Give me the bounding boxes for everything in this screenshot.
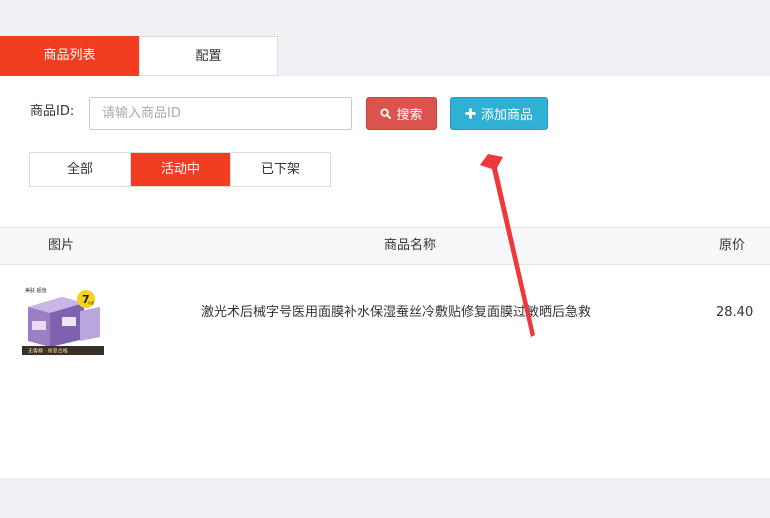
top-tabs: 商品列表 配置 [0, 36, 278, 76]
search-button[interactable]: 搜索 [366, 97, 437, 130]
header-name: 商品名称 [384, 238, 437, 253]
product-price: 28.40 [716, 305, 754, 320]
product-thumbnail[interactable]: 美肤 超值 7 片装 无香精 · 修复合格 [22, 285, 104, 355]
thumb-badge-unit: 片装 [88, 300, 94, 305]
status-filter: 全部 活动中 已下架 [29, 152, 331, 187]
product-id-label: 商品ID: [30, 104, 75, 119]
filter-all[interactable]: 全部 [30, 153, 130, 186]
table-row[interactable]: 美肤 超值 7 片装 无香精 · 修复合格 激光术后械字号医用面膜补水保湿蚕丝冷… [0, 265, 770, 365]
add-product-button-label: 添加商品 [480, 108, 533, 123]
search-icon [380, 108, 392, 119]
product-id-input[interactable] [89, 97, 352, 130]
header-price: 原价 [719, 238, 746, 253]
tab-config[interactable]: 配置 [139, 36, 278, 76]
filter-removed[interactable]: 已下架 [230, 153, 330, 186]
plus-icon [465, 108, 476, 119]
product-name: 激光术后械字号医用面膜补水保湿蚕丝冷敷贴修复面膜过敏晒后急救 [201, 305, 592, 320]
search-button-label: 搜索 [396, 108, 423, 123]
thumb-banner: 无香精 · 修复合格 [28, 348, 68, 355]
filter-active[interactable]: 活动中 [130, 153, 230, 186]
header-image: 图片 [48, 238, 75, 253]
add-product-button[interactable]: 添加商品 [450, 97, 548, 130]
tab-product-list[interactable]: 商品列表 [0, 36, 139, 76]
main-panel: 商品ID: 搜索 添加商品 全部 活动中 已下架 图片 商品名称 原价 [0, 76, 770, 478]
thumb-brand: 美肤 超值 [25, 287, 47, 294]
table-header: 图片 商品名称 原价 [0, 227, 770, 265]
